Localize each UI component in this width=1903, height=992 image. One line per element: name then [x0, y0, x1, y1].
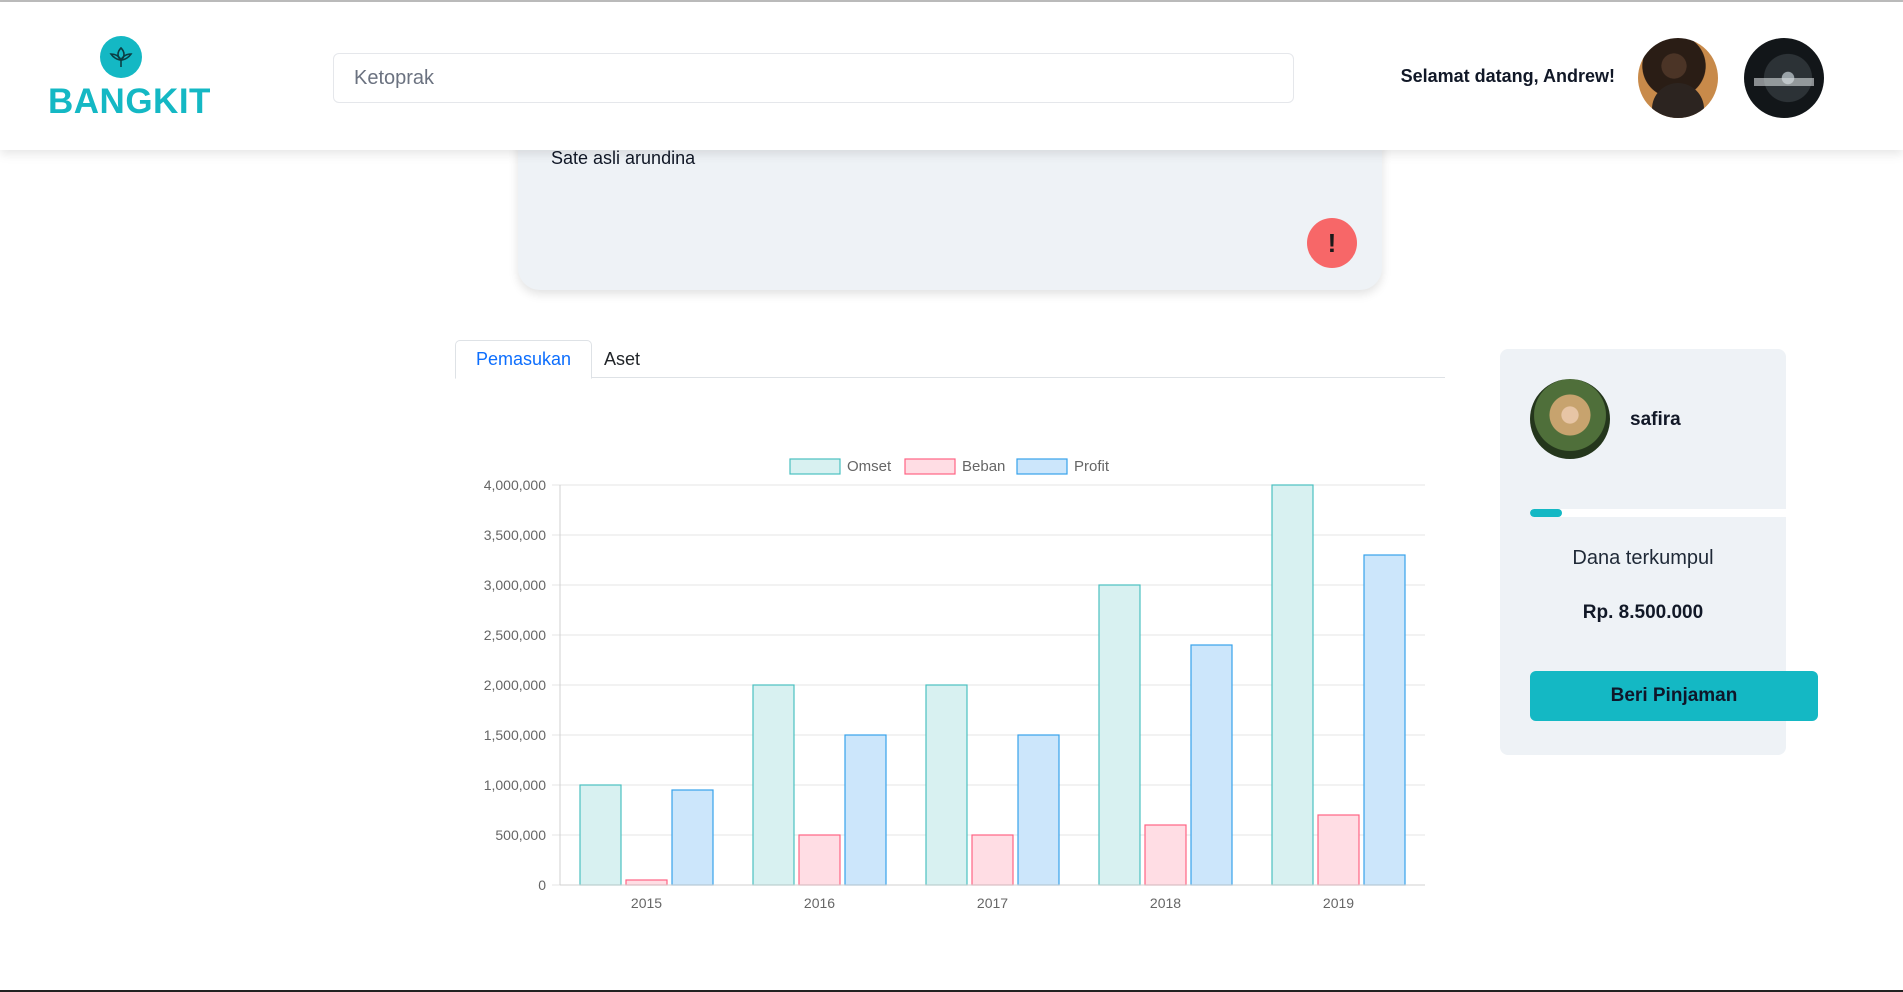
x-tick-label: 2019	[1323, 895, 1354, 911]
search-input[interactable]	[333, 53, 1294, 103]
chart-tabs: Pemasukan Aset	[455, 340, 1445, 379]
borrower-name: safira	[1630, 409, 1681, 430]
tab-pemasukan[interactable]: Pemasukan	[455, 340, 593, 379]
bar-omset	[1271, 484, 1314, 886]
store-avatar[interactable]	[1744, 38, 1824, 118]
y-tick-label: 2,500,000	[484, 627, 546, 643]
y-tick-label: 3,500,000	[484, 527, 546, 543]
tab-aset[interactable]: Aset	[584, 340, 660, 378]
bar-omset	[752, 684, 795, 886]
bar-profit	[671, 789, 714, 886]
funds-raised-amount: Rp. 8.500.000	[1582, 602, 1704, 623]
lend-button[interactable]: Beri Pinjaman	[1530, 671, 1818, 721]
loan-card: safira Dana terkumpul Rp. 8.500.000 Beri…	[1500, 349, 1818, 755]
y-tick-label: 1,500,000	[484, 727, 546, 743]
y-tick-label: 3,000,000	[484, 577, 546, 593]
bar-profit	[1017, 734, 1060, 886]
bar-omset	[925, 684, 968, 886]
bar-beban	[971, 834, 1014, 886]
brand-logo[interactable]: BANGKIT	[48, 36, 211, 126]
legend-swatch	[1016, 458, 1068, 475]
bar-beban	[625, 879, 668, 886]
legend-swatch	[904, 458, 956, 475]
bar-omset	[579, 784, 622, 886]
bar-beban	[1317, 814, 1360, 886]
legend-label: Profit	[1074, 458, 1110, 475]
legend-label: Omset	[847, 458, 892, 475]
y-tick-label: 2,000,000	[484, 677, 546, 693]
bar-beban	[1144, 824, 1187, 886]
funding-progress-fill	[1530, 509, 1562, 517]
legend-label: Beban	[962, 458, 1005, 475]
bar-profit	[1363, 554, 1406, 886]
x-tick-label: 2018	[1150, 895, 1181, 911]
app-header: BANGKIT Selamat datang, Andrew!	[0, 2, 1903, 150]
x-tick-label: 2016	[804, 895, 835, 911]
x-tick-label: 2017	[977, 895, 1008, 911]
user-avatar[interactable]	[1638, 38, 1718, 118]
x-tick-label: 2015	[631, 895, 662, 911]
report-alert-button[interactable]: !	[1307, 218, 1357, 268]
y-tick-label: 1,000,000	[484, 777, 546, 793]
welcome-message: Selamat datang, Andrew!	[1400, 66, 1615, 86]
brand-name: BANGKIT	[48, 82, 211, 121]
funding-progress-bar	[1530, 509, 1818, 517]
y-tick-label: 4,000,000	[484, 477, 546, 493]
borrower-avatar	[1530, 379, 1610, 459]
leaf-icon	[100, 36, 142, 78]
bar-profit	[1190, 644, 1233, 886]
legend-swatch	[789, 458, 841, 475]
y-tick-label: 0	[538, 877, 546, 893]
y-tick-label: 500,000	[495, 827, 546, 843]
bar-profit	[844, 734, 887, 886]
bar-omset	[1098, 584, 1141, 886]
bar-beban	[798, 834, 841, 886]
income-bar-chart: 0 500,000 1,000,000 1,500,000 2,000,000 2,500…	[484, 458, 1425, 911]
funds-raised-label: Dana terkumpul	[1572, 547, 1714, 569]
business-description: Sate asli arundina	[551, 148, 696, 168]
